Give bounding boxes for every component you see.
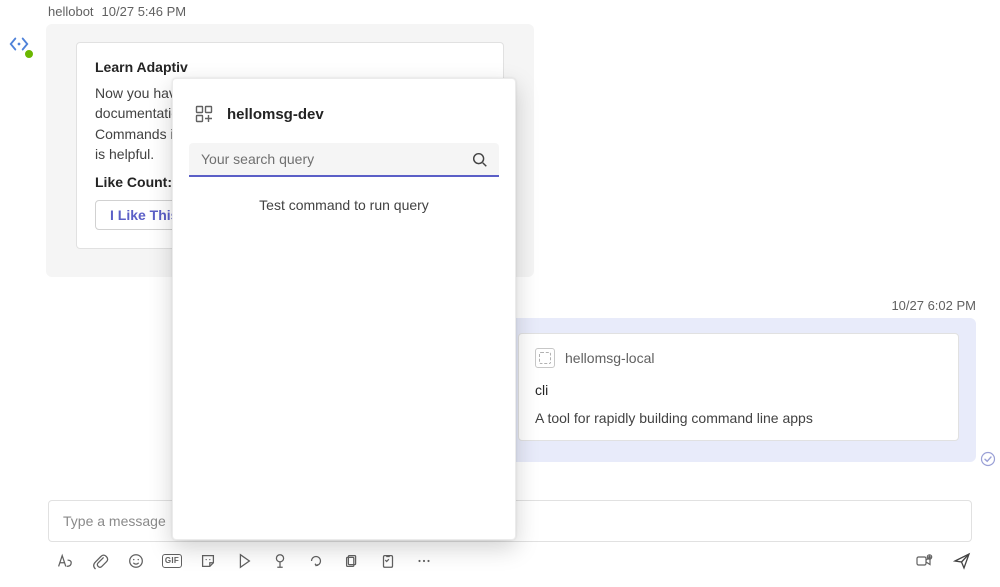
emoji-icon[interactable]	[126, 551, 146, 571]
message-extension-popup: hellomsg-dev Test command to run query	[172, 78, 516, 540]
card-result-description: A tool for rapidly building command line…	[535, 410, 942, 426]
more-icon[interactable]	[414, 551, 434, 571]
search-icon[interactable]	[471, 151, 489, 169]
compose-toolbar: GIF	[54, 551, 434, 571]
popup-hint-text: Test command to run query	[185, 197, 503, 213]
loop-icon[interactable]	[306, 551, 326, 571]
sticker-icon[interactable]	[198, 551, 218, 571]
card-title: Learn Adaptiv	[95, 59, 485, 75]
card-result-title: cli	[535, 382, 942, 398]
apps-grid-icon	[193, 103, 215, 125]
user-timestamp: 10/27 6:02 PM	[891, 298, 976, 313]
app-icon	[535, 348, 555, 368]
popup-app-name: hellomsg-dev	[227, 106, 324, 123]
bot-sender-name: hellobot	[48, 4, 94, 19]
search-field-wrapper	[189, 143, 499, 177]
sent-status-icon	[980, 451, 996, 467]
tasks-icon[interactable]	[378, 551, 398, 571]
presence-available-icon	[23, 48, 35, 60]
bot-message-header: hellobot 10/27 5:46 PM	[48, 4, 186, 19]
message-extension-card[interactable]: hellomsg-local cli A tool for rapidly bu…	[518, 333, 959, 441]
attach-icon[interactable]	[90, 551, 110, 571]
gif-icon[interactable]: GIF	[162, 551, 182, 571]
bot-timestamp: 10/27 5:46 PM	[102, 4, 187, 19]
bot-avatar[interactable]	[5, 30, 33, 58]
send-icon[interactable]	[952, 551, 972, 574]
video-icon[interactable]	[914, 551, 934, 574]
user-message-bubble: hellomsg-local cli A tool for rapidly bu…	[501, 318, 976, 462]
compose-toolbar-right	[914, 551, 972, 574]
format-icon[interactable]	[54, 551, 74, 571]
approvals-icon[interactable]	[270, 551, 290, 571]
copy-icon[interactable]	[342, 551, 362, 571]
search-input[interactable]	[189, 143, 499, 177]
app-name: hellomsg-local	[565, 350, 654, 366]
popup-header: hellomsg-dev	[185, 97, 503, 143]
priority-icon[interactable]	[234, 551, 254, 571]
